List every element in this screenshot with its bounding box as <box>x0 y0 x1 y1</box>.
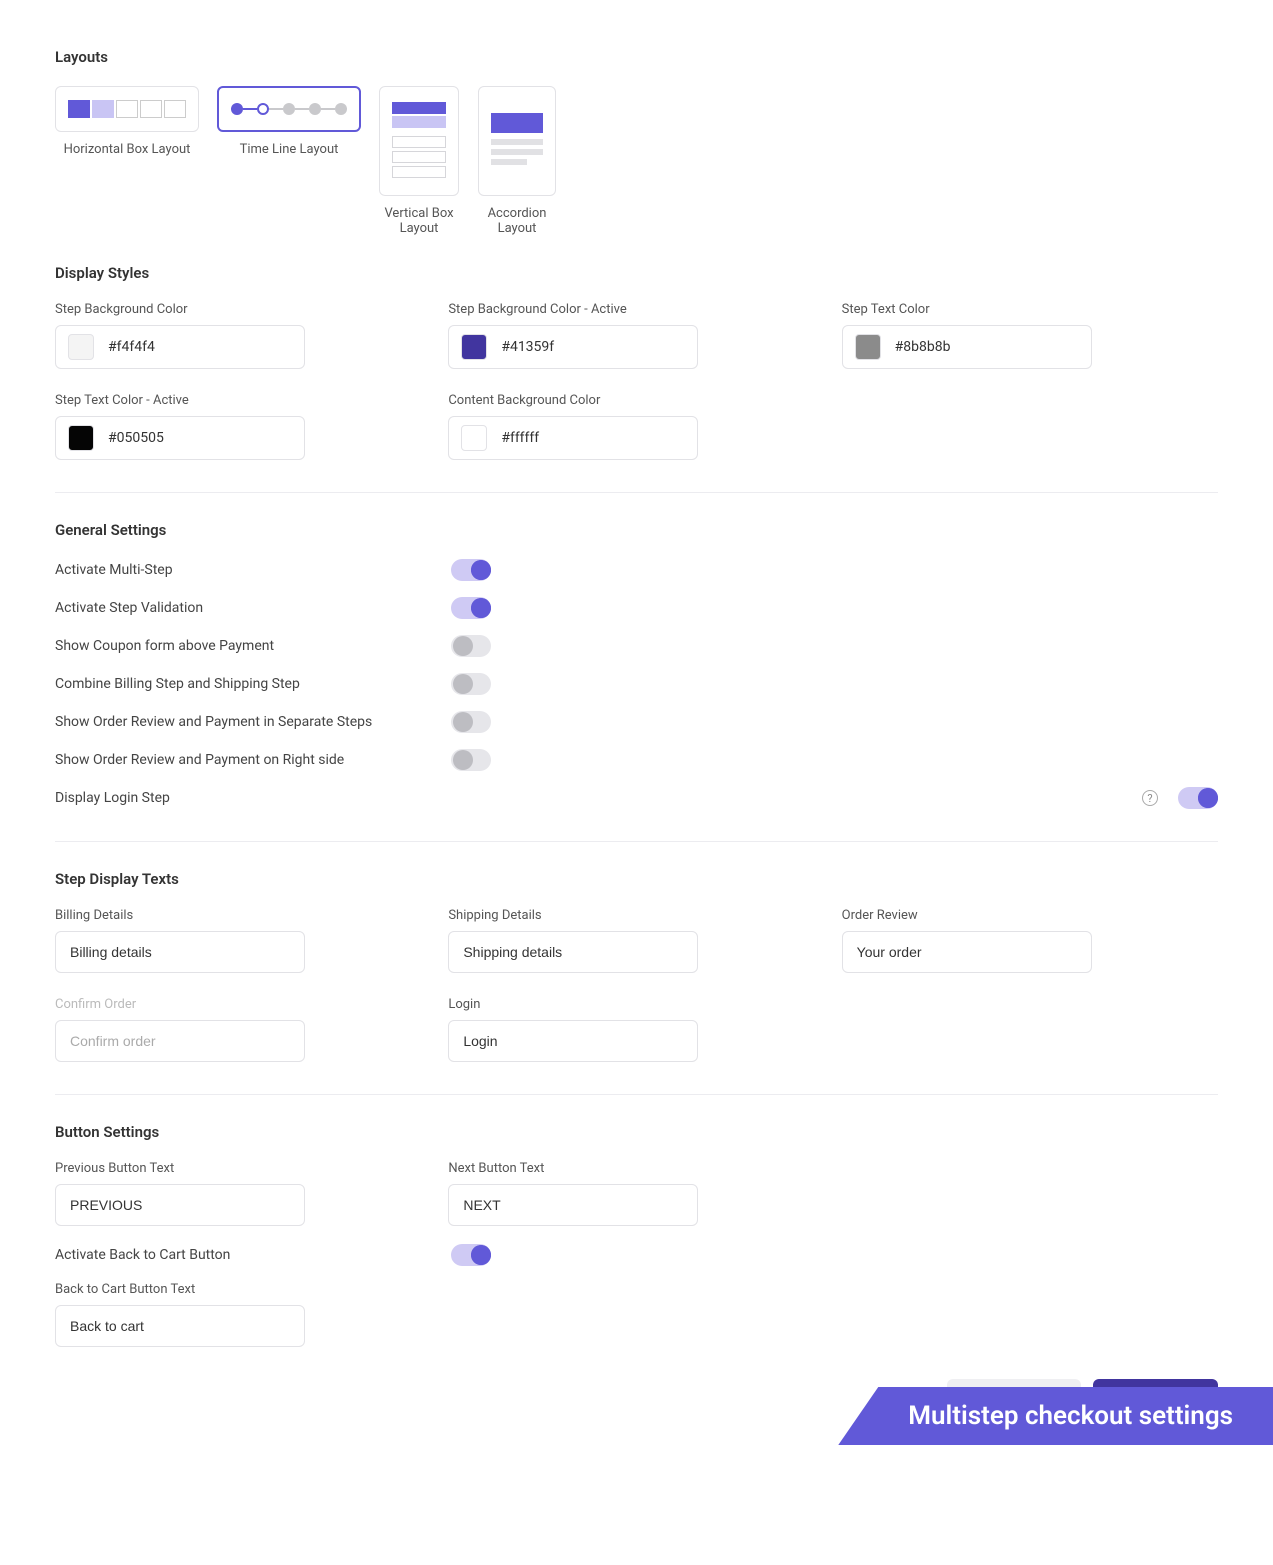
overlay-banner: Multistep checkout settings <box>838 1387 1273 1445</box>
vertical-box-icon <box>392 102 446 181</box>
help-icon[interactable]: ? <box>1142 790 1158 806</box>
color-swatch[interactable] <box>855 334 881 360</box>
color-input-step-bg-active[interactable]: #41359f <box>448 325 698 369</box>
general-setting-row: Display Login Step? <box>55 787 1218 809</box>
layouts-heading: Layouts <box>55 48 1218 66</box>
field-label: Step Background Color <box>55 302 368 317</box>
timeline-icon <box>231 103 347 115</box>
field-next-button-text: Next Button Text <box>448 1161 761 1226</box>
field-previous-button-text: Previous Button Text <box>55 1161 368 1226</box>
field-step-text-active: Step Text Color - Active #050505 <box>55 393 368 460</box>
button-settings-heading: Button Settings <box>55 1123 1218 1141</box>
step-display-texts-heading: Step Display Texts <box>55 870 1218 888</box>
field-login: Login <box>448 997 761 1062</box>
back-to-cart-text-input[interactable] <box>55 1305 305 1347</box>
color-input-step-text[interactable]: #8b8b8b <box>842 325 1092 369</box>
field-label: Next Button Text <box>448 1161 761 1176</box>
activate-back-to-cart-toggle[interactable] <box>451 1244 491 1266</box>
color-value: #f4f4f4 <box>108 339 155 355</box>
general-setting-toggle[interactable] <box>451 635 491 657</box>
layout-label: Vertical Box Layout <box>379 206 459 236</box>
previous-button-text-input[interactable] <box>55 1184 305 1226</box>
general-setting-label: Show Order Review and Payment in Separat… <box>55 714 435 730</box>
field-label: Previous Button Text <box>55 1161 368 1176</box>
layout-label: Horizontal Box Layout <box>64 142 191 157</box>
general-setting-label: Combine Billing Step and Shipping Step <box>55 676 435 692</box>
general-setting-row: Combine Billing Step and Shipping Step <box>55 673 1218 695</box>
general-setting-toggle[interactable] <box>451 711 491 733</box>
general-setting-row: Show Order Review and Payment in Separat… <box>55 711 1218 733</box>
color-input-step-bg[interactable]: #f4f4f4 <box>55 325 305 369</box>
field-order-review: Order Review <box>842 908 1155 973</box>
field-content-bg: Content Background Color #ffffff <box>448 393 761 460</box>
next-button-text-input[interactable] <box>448 1184 698 1226</box>
field-label: Content Background Color <box>448 393 761 408</box>
color-input-content-bg[interactable]: #ffffff <box>448 416 698 460</box>
divider <box>55 492 1218 493</box>
general-setting-row: Show Coupon form above Payment <box>55 635 1218 657</box>
field-label: Billing Details <box>55 908 368 923</box>
general-setting-toggle[interactable] <box>451 597 491 619</box>
activate-back-to-cart-label: Activate Back to Cart Button <box>55 1247 435 1263</box>
field-label: Shipping Details <box>448 908 761 923</box>
color-input-step-text-active[interactable]: #050505 <box>55 416 305 460</box>
layout-option-timeline[interactable]: Time Line Layout <box>217 86 361 157</box>
general-setting-row: Activate Multi-Step <box>55 559 1218 581</box>
divider <box>55 1094 1218 1095</box>
field-step-bg: Step Background Color #f4f4f4 <box>55 302 368 369</box>
field-label: Login <box>448 997 761 1012</box>
color-value: #8b8b8b <box>895 339 951 355</box>
layout-card[interactable] <box>379 86 459 196</box>
field-label: Order Review <box>842 908 1155 923</box>
layout-option-horizontal-box[interactable]: Horizontal Box Layout <box>55 86 199 157</box>
color-value: #050505 <box>108 430 164 446</box>
field-shipping-details: Shipping Details <box>448 908 761 973</box>
layout-option-accordion[interactable]: Accordion Layout <box>477 86 557 236</box>
color-value: #41359f <box>501 339 554 355</box>
field-label: Back to Cart Button Text <box>55 1282 1218 1297</box>
layout-label: Time Line Layout <box>240 142 339 157</box>
color-swatch[interactable] <box>68 334 94 360</box>
field-confirm-order: Confirm Order <box>55 997 368 1062</box>
layout-card[interactable] <box>55 86 199 132</box>
layout-card[interactable] <box>217 86 361 132</box>
horizontal-box-icon <box>68 100 186 118</box>
general-setting-toggle[interactable] <box>451 749 491 771</box>
accordion-icon <box>491 113 543 169</box>
confirm-order-input <box>55 1020 305 1062</box>
general-setting-toggle[interactable] <box>451 559 491 581</box>
general-settings-heading: General Settings <box>55 521 1218 539</box>
field-step-text: Step Text Color #8b8b8b <box>842 302 1155 369</box>
field-label: Step Text Color <box>842 302 1155 317</box>
general-setting-label: Activate Step Validation <box>55 600 435 616</box>
general-setting-toggle[interactable] <box>451 673 491 695</box>
color-swatch[interactable] <box>461 425 487 451</box>
field-back-to-cart-text: Back to Cart Button Text <box>55 1282 1218 1347</box>
layout-label: Accordion Layout <box>477 206 557 236</box>
shipping-details-input[interactable] <box>448 931 698 973</box>
color-swatch[interactable] <box>461 334 487 360</box>
general-setting-label: Show Coupon form above Payment <box>55 638 435 654</box>
general-setting-label: Show Order Review and Payment on Right s… <box>55 752 435 768</box>
general-setting-toggle[interactable] <box>1178 787 1218 809</box>
color-swatch[interactable] <box>68 425 94 451</box>
layout-card[interactable] <box>478 86 556 196</box>
field-billing-details: Billing Details <box>55 908 368 973</box>
login-input[interactable] <box>448 1020 698 1062</box>
layout-option-vertical-box[interactable]: Vertical Box Layout <box>379 86 459 236</box>
general-setting-label: Display Login Step <box>55 790 435 806</box>
field-label: Step Text Color - Active <box>55 393 368 408</box>
display-styles-heading: Display Styles <box>55 264 1218 282</box>
general-setting-row: Show Order Review and Payment on Right s… <box>55 749 1218 771</box>
color-value: #ffffff <box>501 430 539 446</box>
divider <box>55 841 1218 842</box>
general-setting-label: Activate Multi-Step <box>55 562 435 578</box>
field-label: Confirm Order <box>55 997 368 1012</box>
field-label: Step Background Color - Active <box>448 302 761 317</box>
general-setting-row: Activate Step Validation <box>55 597 1218 619</box>
field-step-bg-active: Step Background Color - Active #41359f <box>448 302 761 369</box>
billing-details-input[interactable] <box>55 931 305 973</box>
order-review-input[interactable] <box>842 931 1092 973</box>
